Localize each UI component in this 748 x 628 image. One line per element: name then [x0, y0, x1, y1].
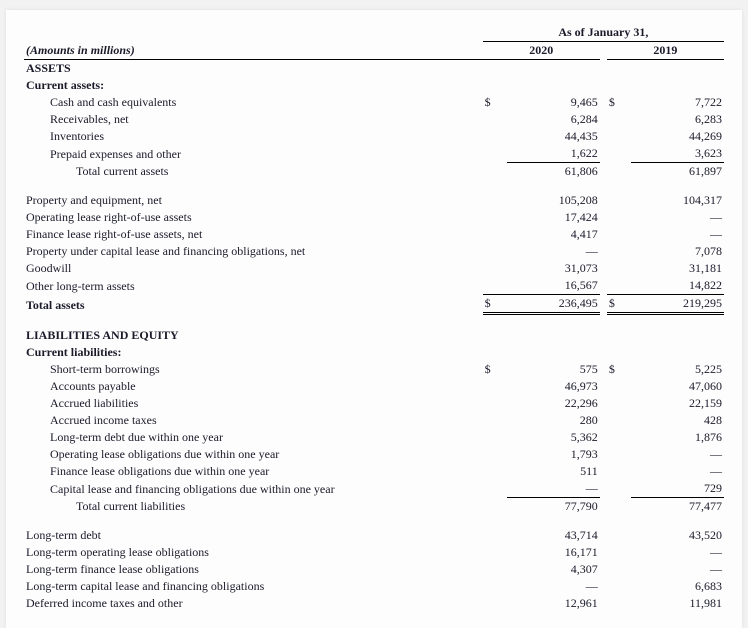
spacer-row	[24, 515, 724, 527]
currency-symbol: $	[607, 361, 631, 378]
row-prepaid: Prepaid expenses and other 1,622 3,623	[24, 145, 724, 163]
as-of-header: As of January 31,	[483, 24, 724, 42]
currency-symbol: $	[607, 94, 631, 111]
section-current-assets: Current assets:	[24, 77, 724, 94]
spacer-row	[24, 314, 724, 328]
units-note: (Amounts in millions)	[24, 42, 483, 60]
row-lt-fin-obl: Long-term finance lease obligations 4,30…	[24, 561, 724, 578]
row-total-current-liabilities: Total current liabilities 77,790 77,477	[24, 498, 724, 516]
row-def-tax: Deferred income taxes and other 12,961 1…	[24, 595, 724, 612]
row-ltd: Long-term debt 43,714 43,520	[24, 527, 724, 544]
row-st-borrow: Short-term borrowings $ 575 $ 5,225	[24, 361, 724, 378]
row-fin-obl-current: Finance lease obligations due within one…	[24, 463, 724, 480]
row-cap-obl-current: Capital lease and financing obligations …	[24, 480, 724, 498]
currency-symbol: $	[607, 295, 631, 314]
section-assets: ASSETS	[24, 60, 724, 78]
row-ap: Accounts payable 46,973 47,060	[24, 378, 724, 395]
row-cap-lease-prop: Property under capital lease and financi…	[24, 243, 724, 260]
balance-sheet: As of January 31, (Amounts in millions) …	[6, 10, 742, 628]
row-lt-cap-obl: Long-term capital lease and financing ob…	[24, 578, 724, 595]
row-cash: Cash and cash equivalents $ 9,465 $ 7,72…	[24, 94, 724, 111]
section-current-liabilities: Current liabilities:	[24, 344, 724, 361]
row-inventories: Inventories 44,435 44,269	[24, 128, 724, 145]
header-years-row: (Amounts in millions) 2020 2019	[24, 42, 724, 60]
row-op-obl-current: Operating lease obligations due within o…	[24, 446, 724, 463]
row-receivables: Receivables, net 6,284 6,283	[24, 111, 724, 128]
year-col-2019: 2019	[607, 42, 724, 60]
row-total-assets: Total assets $ 236,495 $ 219,295	[24, 295, 724, 314]
row-lt-op-obl: Long-term operating lease obligations 16…	[24, 544, 724, 561]
section-liabilities: LIABILITIES AND EQUITY	[24, 327, 724, 344]
row-goodwill: Goodwill 31,073 31,181	[24, 260, 724, 277]
header-super-row: As of January 31,	[24, 24, 724, 42]
row-other-lt: Other long-term assets 16,567 14,822	[24, 277, 724, 295]
row-ltd-current: Long-term debt due within one year 5,362…	[24, 429, 724, 446]
spacer-row	[24, 180, 724, 192]
currency-symbol: $	[483, 361, 507, 378]
row-accrued: Accrued liabilities 22,296 22,159	[24, 395, 724, 412]
row-fin-rou: Finance lease right-of-use assets, net 4…	[24, 226, 724, 243]
row-op-rou: Operating lease right-of-use assets 17,4…	[24, 209, 724, 226]
financial-table: As of January 31, (Amounts in millions) …	[24, 24, 724, 612]
row-income-tax: Accrued income taxes 280 428	[24, 412, 724, 429]
row-pne: Property and equipment, net 105,208 104,…	[24, 192, 724, 209]
year-col-2020: 2020	[483, 42, 600, 60]
currency-symbol: $	[483, 295, 507, 314]
currency-symbol: $	[483, 94, 507, 111]
row-total-current-assets: Total current assets 61,806 61,897	[24, 163, 724, 181]
